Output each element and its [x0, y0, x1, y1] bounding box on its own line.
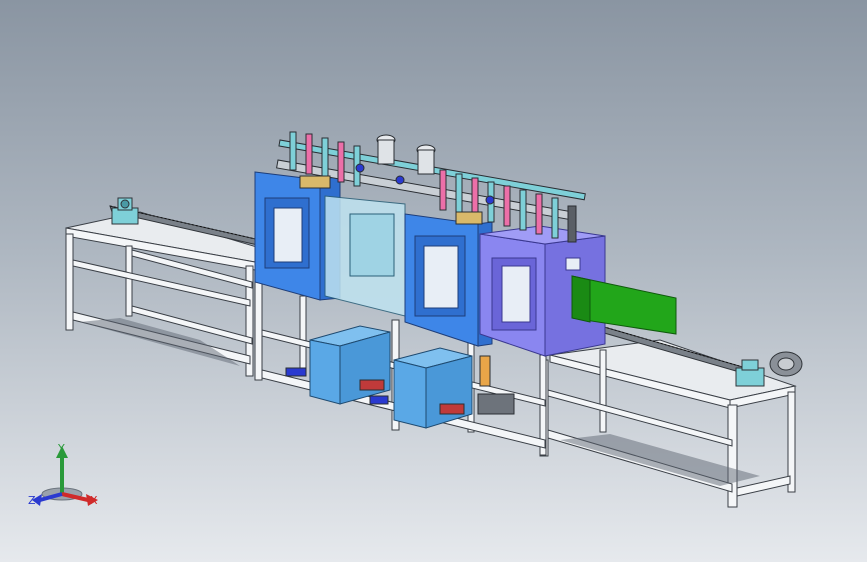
tank-3 — [404, 213, 493, 347]
x-axis-label: X — [90, 494, 98, 507]
reservoir-1 — [309, 325, 391, 405]
y-axis-label: Y — [58, 442, 65, 455]
z-axis-label: Z — [28, 494, 36, 507]
left-motor — [111, 197, 139, 225]
cad-viewport[interactable]: Y X Z — [0, 0, 867, 562]
machine-model — [65, 131, 803, 508]
tank-2-glass — [324, 195, 406, 317]
reservoir-2 — [393, 347, 473, 429]
